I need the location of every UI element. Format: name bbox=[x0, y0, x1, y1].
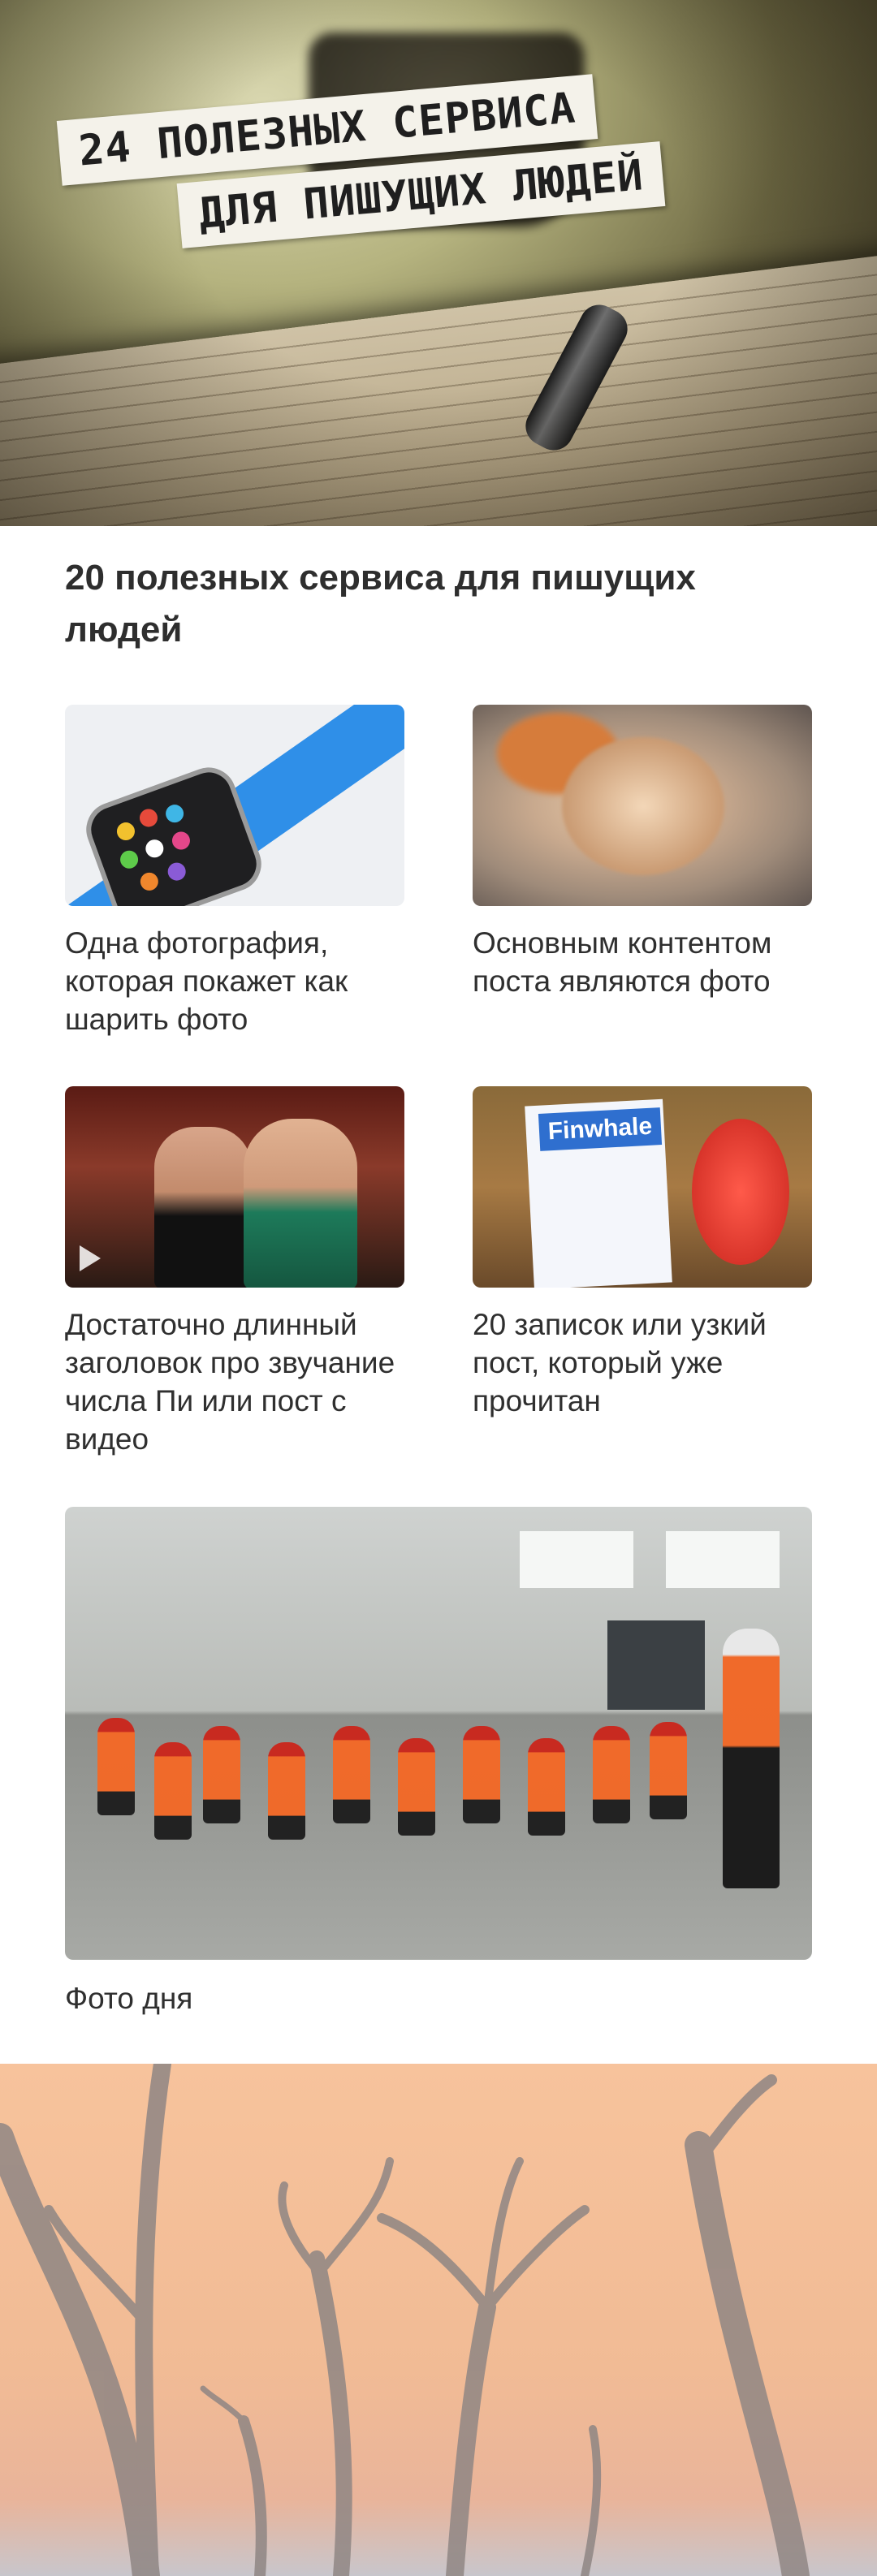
card-party[interactable]: Достаточно длинный заголовок про звучани… bbox=[65, 1086, 404, 1458]
child-figure bbox=[333, 1726, 370, 1823]
photo-of-day-caption[interactable]: Фото дня bbox=[65, 1979, 192, 2017]
card-caption[interactable]: Одна фотография, которая покажет как шар… bbox=[65, 924, 404, 1038]
child-figure bbox=[398, 1738, 435, 1836]
card-thumbnail[interactable] bbox=[65, 1086, 404, 1288]
card-caption[interactable]: Достаточно длинный заголовок про звучани… bbox=[65, 1305, 404, 1458]
card-note[interactable]: Finwhale 20 записок или узкий пост, кото… bbox=[473, 1086, 812, 1420]
hero-vignette bbox=[0, 0, 877, 526]
door-shape bbox=[607, 1620, 705, 1710]
toy-shape bbox=[692, 1119, 789, 1265]
dead-trees-illustration bbox=[0, 2064, 810, 2576]
card-caption[interactable]: Основным контентом поста являются фото bbox=[473, 924, 812, 1000]
child-figure bbox=[463, 1726, 500, 1823]
adult-figure bbox=[723, 1629, 780, 1888]
hero-banner[interactable]: 24 ПОЛЕЗНЫХ СЕРВИСА ДЛЯ ПИШУЩИХ ЛЮДЕЙ bbox=[0, 0, 877, 526]
person-left bbox=[154, 1127, 252, 1288]
child-figure bbox=[528, 1738, 565, 1836]
child-figure bbox=[97, 1718, 135, 1815]
person-right bbox=[244, 1119, 357, 1288]
child-figure bbox=[593, 1726, 630, 1823]
watch-icon bbox=[78, 759, 270, 906]
card-thumbnail[interactable] bbox=[65, 705, 404, 906]
child-figure bbox=[203, 1726, 240, 1823]
card-thumbnail[interactable] bbox=[473, 705, 812, 906]
child-figure bbox=[650, 1722, 687, 1819]
art-figure bbox=[562, 737, 724, 875]
window-shape bbox=[666, 1531, 780, 1588]
note-brand: Finwhale bbox=[538, 1107, 663, 1151]
child-figure bbox=[268, 1742, 305, 1840]
desert-trees-image[interactable] bbox=[0, 2064, 877, 2576]
card-art[interactable]: Основным контентом поста являются фото bbox=[473, 705, 812, 1000]
window-shape bbox=[520, 1531, 633, 1588]
child-figure bbox=[154, 1742, 192, 1840]
photo-of-day-image[interactable] bbox=[65, 1507, 812, 1960]
card-thumbnail[interactable]: Finwhale bbox=[473, 1086, 812, 1288]
card-caption[interactable]: 20 записок или узкий пост, который уже п… bbox=[473, 1305, 812, 1420]
article-headline[interactable]: 20 полезных сервиса для пишущих людей bbox=[65, 552, 796, 656]
play-icon[interactable] bbox=[80, 1245, 101, 1271]
card-watch[interactable]: Одна фотография, которая покажет как шар… bbox=[65, 705, 404, 1038]
